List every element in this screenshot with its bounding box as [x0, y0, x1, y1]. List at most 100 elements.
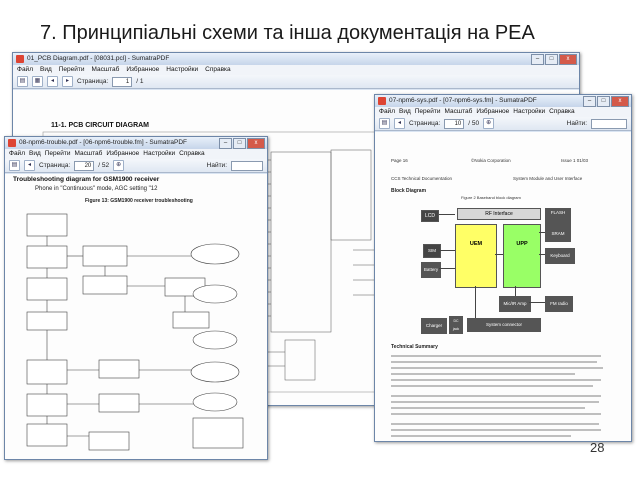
body-text-lines [391, 355, 603, 437]
menu-file[interactable]: Файл [9, 149, 25, 159]
menu-help[interactable]: Справка [179, 149, 205, 159]
open-icon[interactable]: ▤ [9, 160, 20, 171]
window-controls: – □ x [583, 96, 629, 107]
find-input[interactable] [231, 160, 263, 171]
zoom-icon[interactable]: ⊕ [483, 118, 495, 129]
menu-zoom[interactable]: Масштаб [445, 107, 473, 117]
menu-bar: Файл Вид Перейти Масштаб Избранное Настр… [13, 65, 579, 75]
find-label: Найти: [566, 120, 587, 127]
menu-help[interactable]: Справка [549, 107, 575, 117]
menu-favorites[interactable]: Избранное [106, 149, 139, 159]
connector-line [439, 214, 455, 215]
maximize-button[interactable]: □ [545, 54, 558, 65]
window-titlebar[interactable]: 08-npm6-trouble.pdf - [06-npm6-trouble.f… [5, 137, 267, 149]
menu-goto[interactable]: Перейти [59, 65, 85, 75]
app-icon [8, 139, 16, 147]
window-title: 07-npm6-sys.pdf - [07-npm6-sys.fm] - Sum… [389, 97, 537, 104]
page-label: Страница: [77, 78, 109, 85]
prev-page-icon[interactable]: ◂ [24, 160, 35, 171]
block-lcd: LCD [421, 210, 439, 222]
block-sram: SRAM [545, 226, 571, 242]
block-label: SRAM [551, 231, 565, 236]
page-input[interactable]: 1 [112, 76, 133, 87]
slide-page-number: 28 [590, 440, 605, 455]
block-label: UPP [516, 241, 528, 247]
toolbar: ▤ ◂ Страница: 10 / 50 ⊕ Найти: [375, 117, 631, 131]
block-label: Mic/IR Amp [503, 301, 527, 306]
close-button[interactable]: x [559, 54, 577, 65]
block-label: FLASH [550, 210, 566, 215]
print-icon[interactable]: ▦ [32, 76, 43, 87]
block-label: DC jack [452, 319, 460, 331]
connector-line [475, 286, 476, 318]
block-label: SIM [427, 248, 436, 253]
menu-help[interactable]: Справка [205, 65, 231, 75]
block-label: FM radio [550, 301, 568, 306]
troubleshooting-flowchart [26, 213, 244, 451]
page-total: / 52 [98, 162, 110, 169]
open-icon[interactable]: ▤ [379, 118, 390, 129]
menu-favorites[interactable]: Избранное [476, 107, 509, 117]
minimize-button[interactable]: – [583, 96, 596, 107]
menu-zoom[interactable]: Масштаб [92, 65, 120, 75]
find-input[interactable] [591, 118, 627, 129]
window-titlebar[interactable]: 01_PCB Diagram.pdf - [08031.pcl] - Sumat… [13, 53, 579, 65]
maximize-button[interactable]: □ [233, 138, 246, 149]
header-left: Page 16 [391, 158, 408, 163]
close-button[interactable]: x [247, 138, 265, 149]
connector-line [539, 232, 545, 233]
document-area[interactable]: Page 16 ©Nokia Corporation Issue 1 01/03… [375, 132, 631, 441]
menu-settings[interactable]: Настройки [143, 149, 175, 159]
menu-settings[interactable]: Настройки [513, 107, 545, 117]
open-icon[interactable]: ▤ [17, 76, 28, 87]
minimize-button[interactable]: – [531, 54, 544, 65]
menu-view[interactable]: Вид [40, 65, 52, 75]
block-diagram-heading: Block Diagram [391, 188, 427, 194]
document-area[interactable]: Troubleshooting diagram for GSM1900 rece… [5, 174, 267, 459]
block-keyboard: Keyboard [545, 248, 575, 264]
connector-line [515, 286, 516, 296]
technical-summary-heading: Technical Summary [391, 344, 438, 350]
menu-zoom[interactable]: Масштаб [75, 149, 103, 159]
menu-goto[interactable]: Перейти [45, 149, 71, 159]
block-sim: SIM [423, 244, 441, 258]
maximize-button[interactable]: □ [597, 96, 610, 107]
block-charger: Charger [421, 318, 447, 334]
menu-file[interactable]: Файл [379, 107, 395, 117]
block-ueme: UEM [455, 224, 497, 288]
block-mic-amp: Mic/IR Amp [499, 296, 531, 312]
prev-page-icon[interactable]: ◂ [394, 118, 405, 129]
trouble-viewer-window[interactable]: 08-npm6-trouble.pdf - [06-npm6-trouble.f… [4, 136, 268, 460]
window-controls: – □ x [531, 54, 577, 65]
app-icon [16, 55, 24, 63]
menu-view[interactable]: Вид [399, 107, 411, 117]
menu-file[interactable]: Файл [17, 65, 33, 75]
zoom-icon[interactable]: ⊕ [113, 160, 125, 171]
page-input[interactable]: 20 [74, 160, 95, 171]
slide-title: 7. Принципіальні схеми та інша документа… [40, 22, 535, 44]
page-total: / 1 [136, 78, 144, 85]
page-total: / 50 [468, 120, 480, 127]
close-button[interactable]: x [611, 96, 629, 107]
next-page-icon[interactable]: ▸ [62, 76, 73, 87]
page-input[interactable]: 10 [444, 118, 465, 129]
menu-settings[interactable]: Настройки [166, 65, 198, 75]
minimize-button[interactable]: – [219, 138, 232, 149]
block-label: UEM [469, 241, 483, 247]
menu-view[interactable]: Вид [29, 149, 41, 159]
block-rf-interface: RF Interface [457, 208, 541, 220]
menu-goto[interactable]: Перейти [415, 107, 441, 117]
sys-viewer-window[interactable]: 07-npm6-sys.pdf - [07-npm6-sys.fm] - Sum… [374, 94, 632, 442]
block-label: RF Interface [485, 211, 513, 217]
page-label: Страница: [39, 162, 71, 169]
window-title: 08-npm6-trouble.pdf - [06-npm6-trouble.f… [19, 139, 187, 146]
prev-page-icon[interactable]: ◂ [47, 76, 58, 87]
connector-line [439, 250, 455, 251]
connector-line [495, 254, 503, 255]
menu-favorites[interactable]: Избранное [126, 65, 159, 75]
window-title: 01_PCB Diagram.pdf - [08031.pcl] - Sumat… [27, 55, 170, 62]
connector-line [539, 254, 545, 255]
window-titlebar[interactable]: 07-npm6-sys.pdf - [07-npm6-sys.fm] - Sum… [375, 95, 631, 107]
toolbar: ▤ ▦ ◂ ▸ Страница: 1 / 1 [13, 75, 579, 89]
block-battery: Battery [421, 262, 441, 278]
